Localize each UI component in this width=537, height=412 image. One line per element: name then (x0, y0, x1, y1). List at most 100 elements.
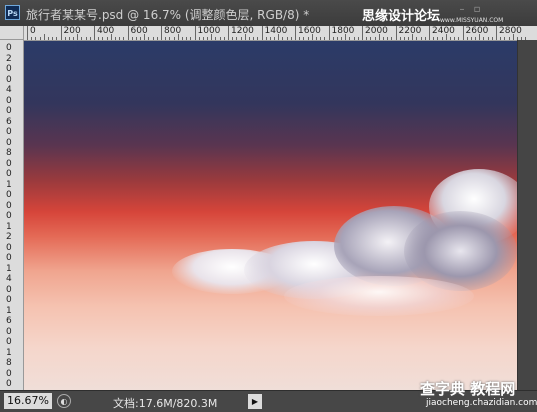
ruler-minor-tick (223, 37, 225, 40)
ruler-minor-tick (433, 37, 435, 40)
ruler-minor-tick (282, 37, 284, 40)
ruler-label: 0 (6, 43, 12, 53)
ruler-label: 1 (6, 347, 12, 358)
ruler-minor-tick (441, 37, 443, 40)
ruler-label: 8 (6, 148, 12, 158)
ruler-label: 0 (6, 211, 12, 221)
ruler-label: 0 (6, 95, 12, 106)
ruler-minor-tick (89, 37, 91, 40)
ruler-minor-tick (387, 37, 389, 40)
ruler-minor-tick (148, 37, 150, 40)
ruler-minor-tick (81, 37, 83, 40)
ruler-minor-tick (240, 37, 242, 40)
ruler-minor-tick (110, 34, 112, 40)
ruler-minor-tick (408, 37, 410, 40)
ruler-major-tick (27, 26, 28, 40)
ruler-label: 1 (6, 305, 12, 316)
ruler-minor-tick (35, 37, 37, 40)
ruler-label: 0 (6, 200, 12, 211)
ruler-major-tick (94, 26, 95, 40)
ruler-minor-tick (311, 34, 313, 40)
ruler-minor-tick (98, 37, 100, 40)
ruler-minor-tick (165, 37, 167, 40)
ruler-label: 4 (6, 274, 12, 284)
ruler-label: 0 (6, 137, 12, 148)
ruler-major-tick (295, 26, 296, 40)
vertical-ruler[interactable]: 020040060080010001200140016001800 (0, 40, 24, 390)
ruler-minor-tick (131, 37, 133, 40)
image-canvas[interactable] (24, 41, 517, 390)
ruler-minor-tick (152, 37, 154, 40)
ruler-label: 1400 (264, 26, 288, 36)
ruler-minor-tick (370, 37, 372, 40)
ruler-minor-tick (253, 37, 255, 40)
ruler-minor-tick (491, 37, 493, 40)
watermark-logo: 思缘设计论坛 (362, 9, 441, 24)
ruler-minor-tick (248, 37, 250, 40)
ruler-label: 6 (6, 116, 12, 127)
ruler-minor-tick (382, 37, 384, 40)
status-menu-arrow-icon[interactable]: ▶ (248, 394, 262, 409)
ruler-label: 1 (6, 221, 12, 232)
ruler-major-tick (328, 26, 330, 40)
ruler-minor-tick (299, 37, 301, 40)
ruler-minor-tick (349, 37, 351, 40)
vertical-scrollbar[interactable] (517, 40, 537, 390)
ruler-major-tick (496, 26, 497, 40)
ruler-minor-tick (391, 37, 393, 40)
ruler-minor-tick (403, 37, 405, 40)
ruler-label: 0 (6, 127, 12, 137)
ruler-label: 0 (6, 379, 12, 389)
ruler-minor-tick (52, 37, 54, 40)
ruler-minor-tick (64, 37, 66, 40)
ruler-label: 0 (30, 26, 36, 36)
ruler-major-tick (362, 26, 363, 40)
ruler-minor-tick (56, 37, 58, 40)
ruler-minor-tick (420, 37, 422, 40)
ruler-minor-tick (119, 37, 121, 40)
ruler-minor-tick (366, 37, 368, 40)
ruler-label: 0 (6, 64, 12, 74)
watermark-bottom-title: 查字典 教程网 (420, 380, 516, 398)
ruler-minor-tick (353, 37, 355, 40)
ruler-minor-tick (211, 34, 213, 40)
ruler-minor-tick (345, 34, 347, 40)
ruler-minor-tick (399, 37, 401, 40)
ruler-minor-tick (504, 37, 506, 40)
ruler-minor-tick (85, 37, 87, 40)
zoom-field[interactable]: 16.67% (4, 393, 52, 409)
ruler-minor-tick (341, 37, 343, 40)
ruler-minor-tick (144, 34, 146, 40)
ruler-minor-tick (47, 37, 49, 40)
proof-setup-icon[interactable]: ◐ (57, 394, 71, 408)
ruler-minor-tick (232, 37, 234, 40)
watermark-bottom: 查字典 教程网 jiaocheng.chazidian.com (420, 378, 537, 412)
horizontal-ruler[interactable]: 0 200 400 600 800 1000 1200 1400 1600 1800 2000 220… (24, 26, 537, 41)
ruler-minor-tick (487, 37, 489, 40)
ruler-label: 1800 (331, 26, 355, 36)
restore-icon[interactable]: ▫ (471, 5, 483, 15)
minimize-icon[interactable]: – (456, 5, 468, 15)
ruler-label: 0 (6, 284, 12, 295)
ruler-label: 0 (6, 169, 12, 179)
ruler-minor-tick (320, 37, 322, 40)
ruler-label: 1000 (197, 26, 221, 36)
ruler-minor-tick (257, 37, 259, 40)
ruler-major-tick (127, 26, 129, 40)
ruler-label: 2800 (499, 26, 522, 36)
ruler-major-tick (429, 26, 430, 40)
ruler-label: 2 (6, 232, 12, 242)
document-title-bar[interactable]: Ps 旅行者某某号.psd @ 16.7% (调整颜色层, RGB/8) * 思… (0, 0, 537, 27)
ruler-minor-tick (173, 37, 175, 40)
ruler-minor-tick (378, 34, 380, 40)
ruler-label: 8 (6, 358, 12, 368)
ruler-minor-tick (332, 37, 334, 40)
ruler-label: 1600 (298, 26, 321, 36)
ruler-minor-tick (123, 37, 125, 40)
ruler-major-tick (395, 26, 397, 40)
document-info: 文档:17.6M/820.3M (113, 397, 218, 410)
ruler-major-tick (194, 26, 196, 40)
ruler-minor-tick (303, 37, 305, 40)
ruler-origin[interactable] (0, 26, 24, 40)
ruler-major-tick (60, 26, 62, 40)
